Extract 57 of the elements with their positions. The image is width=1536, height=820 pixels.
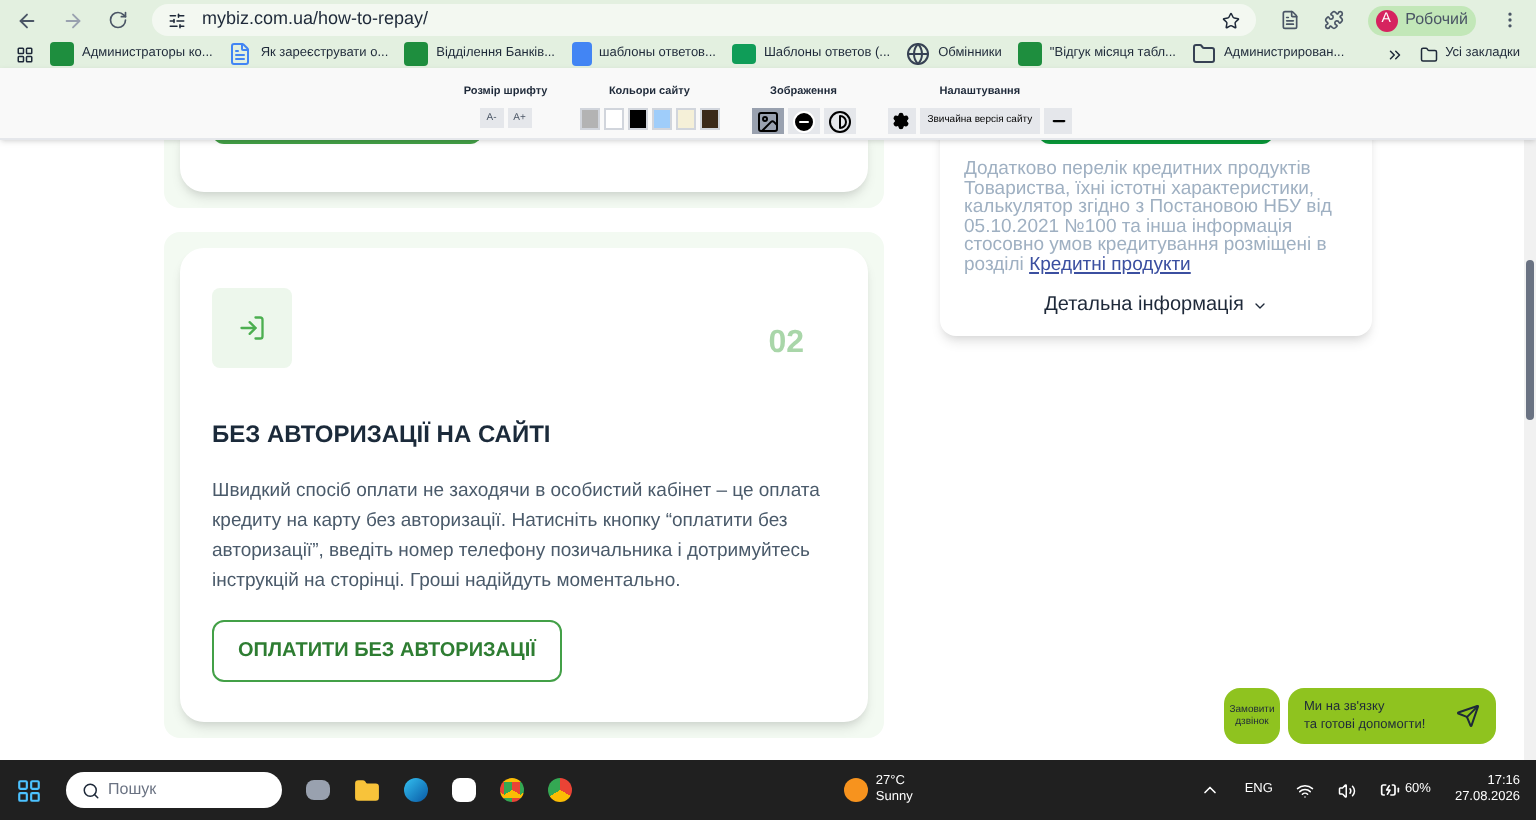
image-mode-button[interactable] — [823, 108, 856, 135]
info-text: Додатково перелік кредитних продуктів Товариства, їхні істотні характеристики, калькулятор згідно з Постановою НБУ від 05.10.2021 №100 та інша інформація стосовно умов кредитування розміщені в розділі Кредитні продукти — [962, 160, 1334, 274]
reload-button[interactable] — [108, 10, 128, 30]
collapse-button[interactable] — [1044, 108, 1073, 135]
task-view-icon[interactable] — [306, 780, 330, 800]
color-swatch[interactable] — [651, 108, 672, 131]
card-title: БЕЗ АВТОРИЗАЦІЇ НА САЙТІ — [212, 418, 553, 452]
globe-icon — [906, 42, 931, 66]
bookmark-star-icon[interactable] — [1221, 11, 1240, 29]
pay-button[interactable]: ОПЛАТИТИ БЕЗ АВТОРИЗАЦІЇ — [212, 620, 562, 682]
store-icon[interactable] — [452, 778, 476, 802]
image-icon — [755, 109, 780, 134]
url-text: mybiz.com.ua/how-to-repay/ — [202, 6, 431, 33]
form-icon — [731, 44, 756, 64]
address-bar[interactable]: mybiz.com.ua/how-to-repay/ — [152, 4, 1256, 36]
folder-icon — [1419, 45, 1438, 63]
minus-circle-icon — [791, 109, 816, 134]
apps-icon[interactable] — [16, 45, 34, 63]
card-number: 02 — [768, 324, 804, 364]
sheet-icon — [404, 42, 429, 66]
color-swatch[interactable] — [675, 108, 696, 131]
settings-button[interactable] — [887, 108, 916, 135]
sun-icon — [843, 778, 868, 802]
settings-icon — [892, 112, 911, 131]
battery-icon[interactable] — [1380, 780, 1401, 800]
more-bookmarks-icon[interactable] — [1385, 45, 1404, 63]
contrast-icon — [827, 109, 852, 134]
sheet-icon — [50, 42, 74, 66]
extensions-icon[interactable] — [1323, 10, 1344, 30]
color-swatch[interactable] — [699, 108, 720, 131]
wifi-icon[interactable] — [1296, 781, 1315, 799]
details-toggle[interactable]: Детальна інформація — [1044, 290, 1268, 320]
image-mode-button[interactable] — [751, 108, 784, 135]
search-field[interactable]: Пошук — [66, 772, 282, 808]
search-icon — [82, 781, 100, 799]
back-button[interactable] — [16, 9, 38, 31]
chrome-icon[interactable] — [500, 778, 524, 802]
card-text: Швидкий спосіб оплати не заходячи в особистий кабінет – це оплата кредиту на карту без авторизації. Натисніть кнопку “оплатити без авторизації”, введіть номер телефону позичальника і дотримуйтесь інструкцій на сторінці. Гроші надійдуть моментально. — [212, 478, 822, 596]
folder-icon — [1191, 42, 1216, 66]
folder-icon[interactable] — [354, 777, 380, 803]
color-swatch[interactable] — [627, 108, 648, 131]
color-swatch[interactable] — [579, 108, 600, 131]
document-icon — [571, 42, 591, 66]
sheet-icon — [1017, 42, 1042, 66]
extension-icon[interactable] — [1279, 10, 1300, 30]
profile-name: Робочий — [1405, 8, 1468, 32]
image-mode-button[interactable] — [787, 108, 820, 135]
volume-icon[interactable] — [1338, 781, 1357, 799]
color-swatch[interactable] — [603, 108, 624, 131]
login-icon — [212, 288, 292, 368]
document-icon — [228, 42, 253, 66]
chrome-icon[interactable] — [548, 778, 572, 802]
start-button[interactable] — [16, 777, 42, 803]
edge-icon[interactable] — [404, 778, 428, 802]
send-icon — [1456, 704, 1480, 728]
credit-products-link[interactable]: Кредитні продукти — [1029, 253, 1191, 275]
site-info-icon[interactable] — [168, 11, 186, 29]
